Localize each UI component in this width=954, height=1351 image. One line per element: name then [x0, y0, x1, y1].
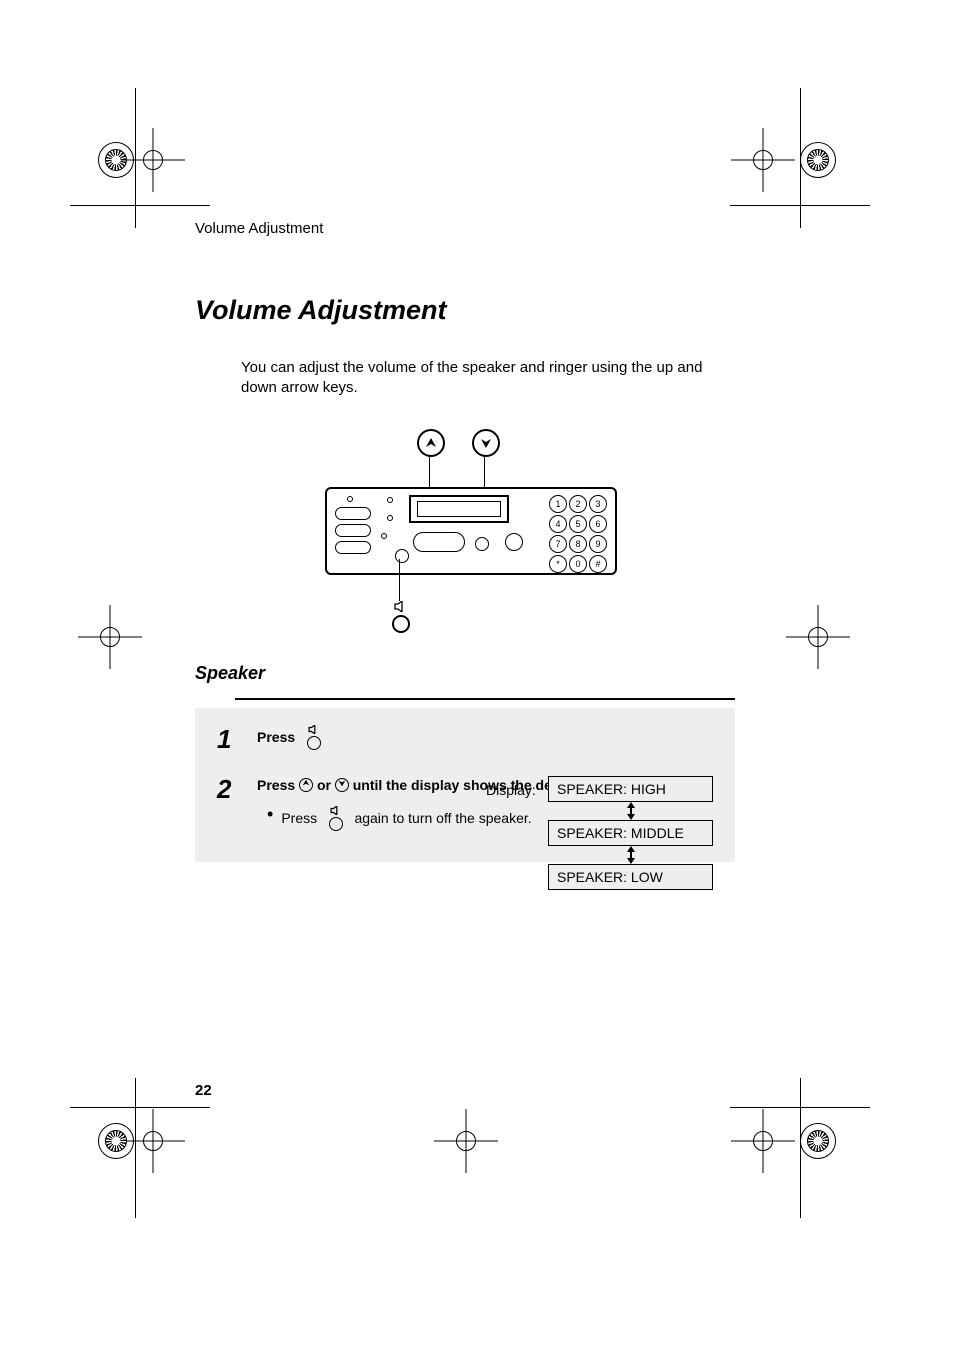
intro-text: You can adjust the volume of the speaker…: [241, 358, 721, 399]
up-down-arrow-icon: [548, 802, 713, 820]
registration-mark-icon: [800, 142, 836, 178]
crosshair-icon: [135, 1123, 171, 1159]
arrow-up-icon: [417, 429, 445, 457]
keypad-icon: 123 456 789 *0#: [549, 495, 607, 573]
page-content: Volume Adjustment Volume Adjustment You …: [195, 220, 735, 862]
step-number: 1: [217, 726, 239, 752]
up-down-arrow-icon: [548, 846, 713, 864]
fax-device-icon: 123 456 789 *0#: [325, 487, 617, 575]
step-2-text-b: or: [317, 777, 331, 793]
crosshair-icon: [92, 619, 128, 655]
crosshair-icon: [745, 1123, 781, 1159]
arrow-down-icon: [472, 429, 500, 457]
arrow-up-icon: [299, 778, 313, 792]
subsection-title: Speaker: [195, 663, 735, 684]
step-1: 1 Press: [217, 726, 713, 752]
crosshair-icon: [448, 1123, 484, 1159]
display-stack: Display: SPEAKER: HIGH SPEAKER: MIDDLE S…: [548, 776, 713, 890]
speaker-key-icon: [390, 601, 412, 629]
step-2-text-a: Press: [257, 777, 295, 793]
bullet-text-b: again to turn off the speaker.: [354, 810, 531, 826]
registration-mark-icon: [800, 1123, 836, 1159]
section-title: Volume Adjustment: [195, 295, 735, 326]
step-1-text: Press: [257, 729, 295, 745]
step-2: 2 Press or until the display shows the d…: [217, 776, 713, 833]
device-illustration: 123 456 789 *0#: [195, 429, 735, 639]
display-value-middle: SPEAKER: MIDDLE: [548, 820, 713, 846]
step-number: 2: [217, 776, 239, 802]
speaker-key-icon: [329, 806, 343, 831]
crosshair-icon: [745, 142, 781, 178]
registration-mark-icon: [98, 1123, 134, 1159]
steps-box: 1 Press 2 Press or: [195, 708, 735, 863]
crosshair-icon: [135, 142, 171, 178]
arrow-down-icon: [335, 778, 349, 792]
crosshair-icon: [800, 619, 836, 655]
page-number: 22: [195, 1082, 212, 1099]
running-header: Volume Adjustment: [195, 220, 735, 237]
display-value-high: SPEAKER: HIGH: [548, 776, 713, 802]
display-label: Display:: [486, 782, 536, 798]
rule-line: [235, 698, 735, 700]
speaker-key-icon: [307, 725, 321, 750]
display-value-low: SPEAKER: LOW: [548, 864, 713, 890]
bullet-text-a: Press: [281, 810, 317, 826]
